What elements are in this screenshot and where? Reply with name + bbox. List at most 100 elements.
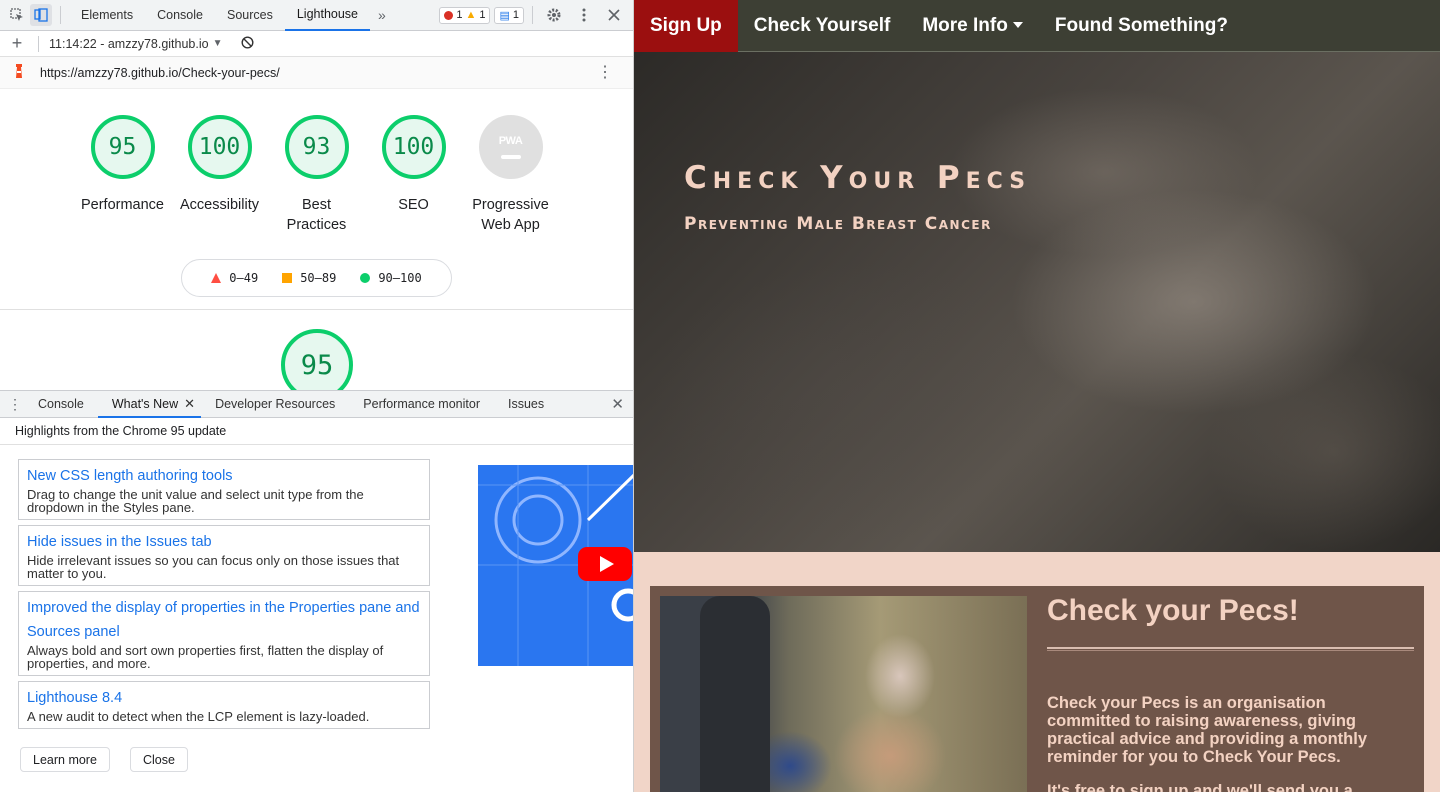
tab-elements[interactable]: Elements: [69, 0, 145, 31]
close-drawer-icon[interactable]: ✕: [611, 395, 624, 413]
news-description: Always bold and sort own properties firs…: [27, 643, 384, 671]
score-label: Performance: [80, 197, 164, 213]
news-description: Drag to change the unit value and select…: [27, 487, 364, 515]
pwa-icon: PWA: [478, 115, 543, 179]
score-accessibility[interactable]: 100 Accessibility: [171, 115, 268, 235]
close-devtools-icon[interactable]: [603, 4, 625, 26]
hero-title: Check Your Pecs: [684, 160, 1032, 196]
tab-lighthouse[interactable]: Lighthouse: [284, 0, 371, 31]
settings-gear-icon[interactable]: [543, 4, 565, 26]
score-gauges: 95 Performance 100 Accessibility 93 Best…: [0, 89, 633, 235]
close-tab-icon[interactable]: ✕: [184, 396, 195, 411]
section-divider: [0, 309, 633, 310]
score-label: SEO: [398, 197, 429, 213]
toolbar-actions: [532, 4, 627, 26]
list-item: Improved the display of properties in th…: [18, 591, 430, 676]
score-label: Accessibility: [180, 197, 259, 213]
score-label: Progressive Web App: [472, 197, 549, 233]
legend-fail-label: 0–49: [229, 271, 259, 285]
new-report-icon[interactable]: +: [8, 33, 26, 54]
toolbar-separator: [532, 6, 533, 24]
error-icon: [444, 10, 454, 20]
boxing-man-photo: [660, 596, 1027, 792]
site-navbar: Sign Up Check Yourself More Info Found S…: [634, 0, 1440, 52]
fail-triangle-icon: [211, 273, 222, 283]
devtools-panel: Elements Console Sources Lighthouse » 1 …: [0, 0, 634, 792]
close-button[interactable]: Close: [129, 747, 188, 772]
pwa-badge-text: PWA: [498, 135, 523, 147]
punching-bag: [700, 596, 770, 792]
list-item: Lighthouse 8.4 A new audit to detect whe…: [18, 681, 430, 729]
devtools-toolbar: Elements Console Sources Lighthouse » 1 …: [0, 0, 633, 31]
drawer-actions: Learn more Close: [20, 747, 188, 772]
learn-more-button[interactable]: Learn more: [20, 747, 110, 772]
device-toolbar-icon[interactable]: [30, 4, 52, 26]
nav-check-yourself[interactable]: Check Yourself: [738, 0, 907, 52]
messages-count: 1: [512, 9, 519, 21]
drawer-tab-console[interactable]: Console: [30, 391, 98, 418]
gauge-seo: 100: [381, 115, 446, 179]
score-legend: 0–49 50–89 90–100: [181, 259, 452, 297]
nav-found-something[interactable]: Found Something?: [1039, 0, 1244, 52]
website-viewport: Sign Up Check Yourself More Info Found S…: [634, 0, 1440, 792]
drawer-tabbar: ⋮ Console What's New ✕ Developer Resource…: [0, 391, 633, 418]
lighthouse-report-bar: + 11:14:22 - amzzy78.github.io ▼: [0, 31, 633, 57]
news-description: A new audit to detect when the LCP eleme…: [27, 709, 370, 724]
chevron-down-icon[interactable]: ▼: [213, 38, 223, 49]
video-thumbnail[interactable]: [478, 465, 633, 666]
news-link[interactable]: New CSS length authoring tools: [27, 464, 421, 488]
news-link[interactable]: Improved the display of properties in th…: [27, 596, 421, 644]
legend-fail: 0–49: [211, 271, 258, 285]
whats-new-list: New CSS length authoring tools Drag to c…: [18, 459, 430, 734]
card-paragraph-2: It's free to sign up and we'll send you …: [1047, 782, 1353, 792]
score-pwa[interactable]: PWA Progressive Web App: [462, 115, 559, 235]
drawer-menu-icon[interactable]: ⋮: [0, 396, 30, 413]
message-icon: ▤: [499, 9, 510, 22]
audited-url: https://amzzy78.github.io/Check-your-pec…: [40, 65, 280, 80]
nav-sign-up[interactable]: Sign Up: [634, 0, 738, 52]
score-best-practices[interactable]: 93 Best Practices: [268, 115, 365, 235]
errors-count: 1: [456, 9, 463, 21]
play-triangle: [599, 556, 614, 572]
score-performance[interactable]: 95 Performance: [74, 115, 171, 235]
drawer-tab-whats-new[interactable]: What's New ✕: [97, 391, 202, 418]
issue-badges: 1 ▲ 1 ▤ 1: [439, 6, 524, 24]
card-divider: [1047, 647, 1414, 651]
clear-reports-icon[interactable]: [240, 35, 254, 52]
score-label: Best Practices: [286, 197, 347, 233]
drawer-tab-performance-monitor[interactable]: Performance monitor: [349, 391, 494, 418]
tab-sources[interactable]: Sources: [215, 0, 285, 31]
legend-pass: 90–100: [360, 271, 422, 285]
youtube-play-icon[interactable]: [578, 547, 632, 581]
legend-average-label: 50–89: [300, 271, 337, 285]
legend-average: 50–89: [282, 271, 336, 285]
hero-banner: Check Your Pecs Preventing Male Breast C…: [634, 52, 1440, 552]
score-seo[interactable]: 100 SEO: [365, 115, 462, 235]
report-kebab-icon[interactable]: ⋮: [597, 64, 613, 81]
tab-console[interactable]: Console: [145, 0, 215, 31]
gauge-best-practices: 93: [284, 115, 349, 179]
card-title: Check your Pecs!: [1047, 594, 1299, 627]
pwa-dash: [500, 155, 521, 159]
news-link[interactable]: Hide issues in the Issues tab: [27, 530, 421, 554]
kebab-menu-icon[interactable]: [573, 4, 595, 26]
inspect-element-icon[interactable]: [6, 4, 28, 26]
average-square-icon: [282, 273, 293, 283]
messages-badge[interactable]: ▤ 1: [494, 6, 524, 24]
nav-more-info-label: More Info: [922, 14, 1008, 36]
nav-more-info[interactable]: More Info: [906, 0, 1039, 52]
hero-subtitle: Preventing Male Breast Cancer: [684, 214, 992, 234]
errors-badge[interactable]: 1 ▲ 1: [439, 6, 491, 24]
report-selector[interactable]: 11:14:22 - amzzy78.github.io: [49, 37, 209, 51]
more-tabs-icon[interactable]: »: [370, 7, 394, 23]
drawer-tab-whats-new-label: What's New: [111, 396, 179, 411]
devtools-drawer: ⋮ Console What's New ✕ Developer Resource…: [0, 390, 633, 792]
gauge-accessibility: 100: [187, 115, 252, 179]
toolbar-separator: [38, 35, 39, 52]
lighthouse-logo-icon: [12, 63, 26, 82]
drawer-tab-developer-resources[interactable]: Developer Resources: [201, 391, 349, 418]
news-link[interactable]: Lighthouse 8.4: [27, 686, 421, 710]
drawer-tab-issues[interactable]: Issues: [494, 391, 558, 418]
caret-down-icon: [1012, 22, 1023, 29]
about-card: Check your Pecs! Check your Pecs is an o…: [650, 586, 1424, 792]
